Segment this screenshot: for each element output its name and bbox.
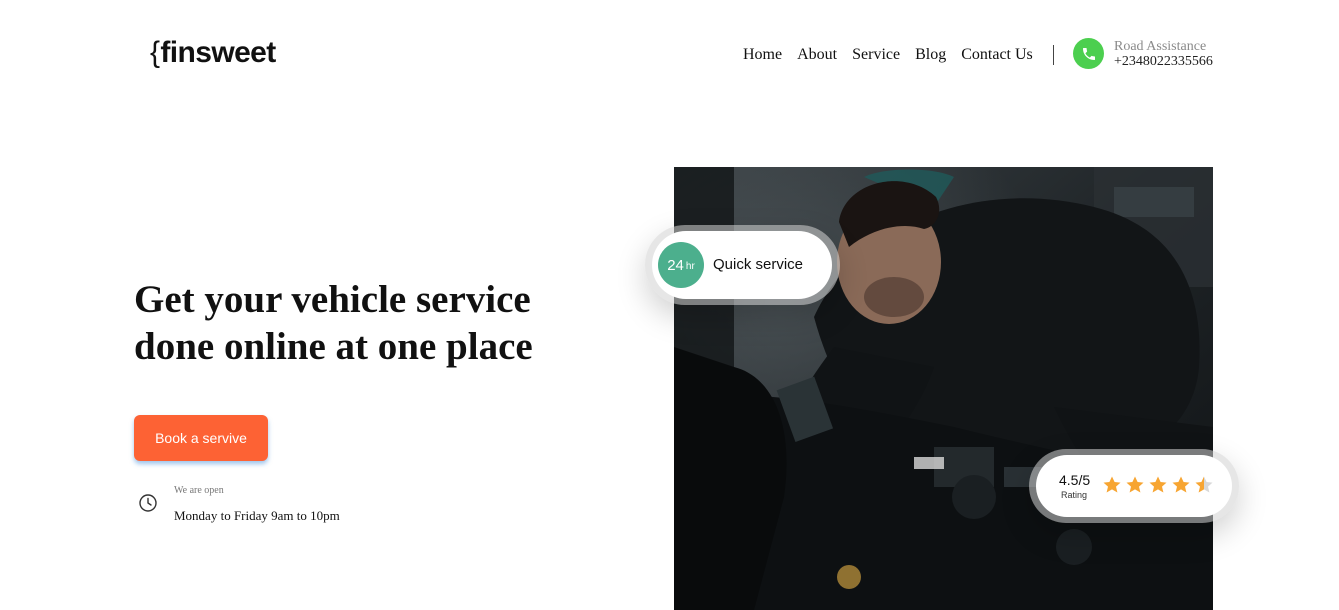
phone-icon[interactable] — [1073, 38, 1104, 69]
nav-about[interactable]: About — [797, 45, 837, 65]
nav-service[interactable]: Service — [852, 45, 900, 65]
hours-unit: hr — [685, 261, 695, 272]
nav-divider — [1053, 45, 1054, 65]
star-icon — [1149, 476, 1167, 493]
nav-contact-us[interactable]: Contact Us — [961, 45, 1033, 65]
road-assistance-phone[interactable]: +2348022335566 — [1114, 54, 1213, 70]
road-assistance-label: Road Assistance — [1114, 39, 1207, 54]
star-icon — [1195, 476, 1213, 493]
nav-blog[interactable]: Blog — [915, 45, 946, 65]
rating-stars — [1102, 475, 1214, 495]
quick-service-label: Quick service — [713, 256, 804, 273]
brand-logo[interactable]: {finsweet — [150, 34, 276, 72]
star-icon — [1126, 476, 1144, 493]
open-hours: Monday to Friday 9am to 10pm — [174, 508, 340, 523]
nav-home[interactable]: Home — [743, 45, 782, 65]
hero-title: Get your vehicle service done online at … — [134, 278, 533, 368]
logo-brace: { — [150, 36, 160, 69]
hours-number: 24 — [667, 256, 684, 274]
rating-label: Rating — [1061, 490, 1088, 500]
logo-text: finsweet — [160, 36, 276, 69]
hours-badge: 24 hr — [658, 242, 704, 288]
book-service-button[interactable]: Book a servive — [134, 415, 268, 461]
star-icon — [1103, 476, 1121, 493]
clock-icon — [139, 494, 157, 512]
open-label: We are open — [174, 485, 224, 496]
star-icon — [1172, 476, 1190, 493]
phone-glyph — [1082, 47, 1095, 60]
main-nav: Home About Service Blog Contact Us — [743, 45, 1033, 65]
rating-value: 4.5/5 — [1059, 472, 1091, 488]
